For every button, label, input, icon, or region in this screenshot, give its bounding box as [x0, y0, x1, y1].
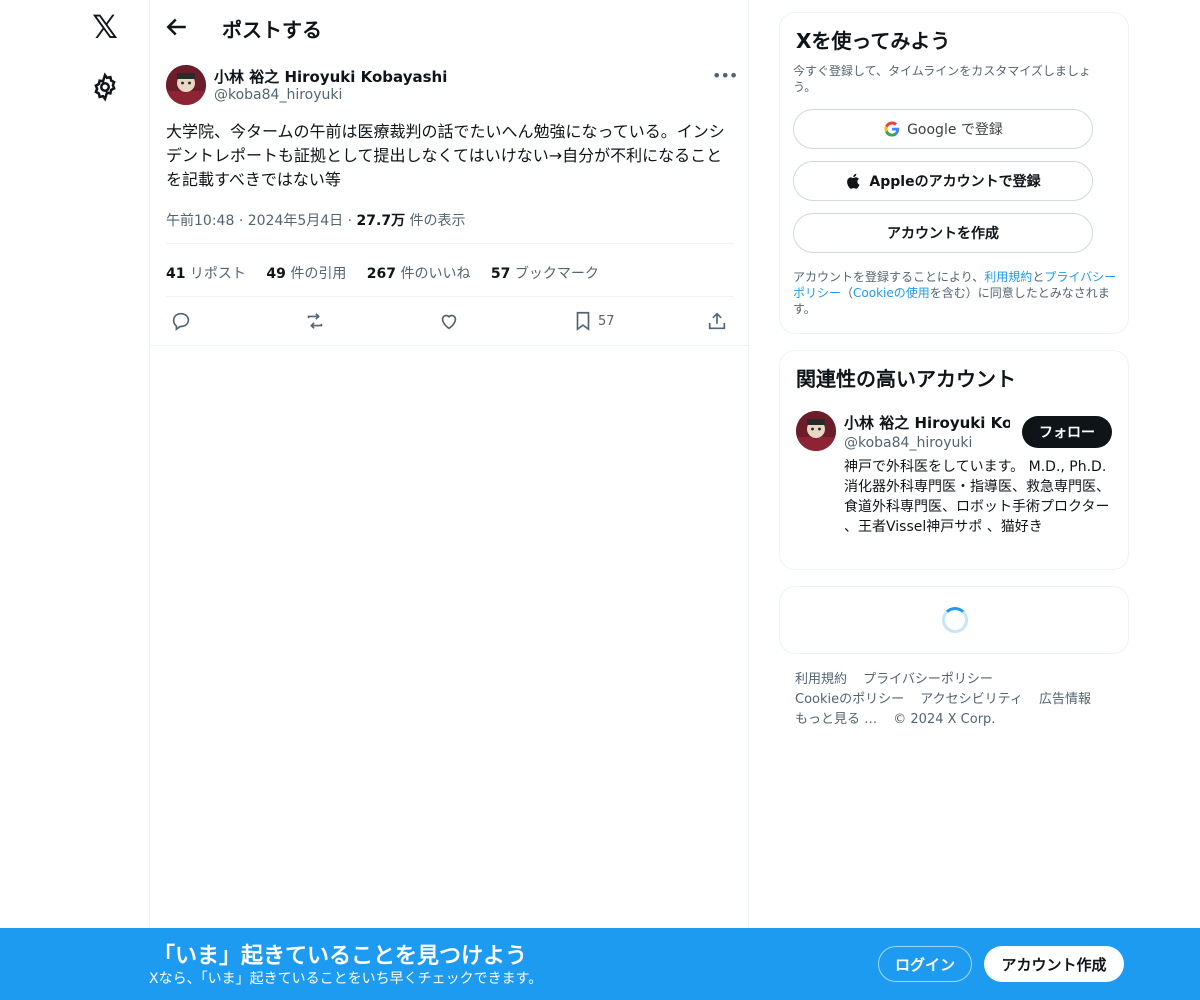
signup-card-title: Xを使ってみよう — [796, 29, 951, 53]
related-account-bio: 神戸で外科医をしています。 M.D., Ph.D. 消化器外科専門医・指導医、救… — [844, 459, 1110, 535]
footer-cookie-link[interactable]: Cookieのポリシー — [795, 692, 904, 707]
bookmark-action-count: 57 — [598, 313, 615, 329]
divider — [166, 243, 734, 244]
google-signup-button[interactable]: Google で登録 — [793, 109, 1093, 149]
repost-label: リポスト — [185, 266, 246, 282]
left-nav: 𝕏 — [0, 0, 150, 1000]
trends-card — [779, 586, 1129, 654]
footer-more-link[interactable]: もっと見る … — [795, 712, 877, 727]
arrow-left-icon[interactable] — [162, 12, 192, 42]
create-account-button[interactable]: アカウントを作成 — [793, 213, 1093, 253]
main-column: ポストする 小林 裕之 Hiroyuki Kobayashi @koba84_h… — [149, 0, 750, 928]
quote-count: 49 — [266, 266, 286, 282]
signup-card: Xを使ってみよう 今すぐ登録して、タイムラインをカスタマイズしましょう。 Goo… — [779, 12, 1129, 334]
author-name[interactable]: 小林 裕之 Hiroyuki Kobayashi — [214, 66, 447, 87]
related-account-handle[interactable]: @koba84_hiroyuki — [844, 435, 972, 451]
apple-icon — [845, 172, 863, 190]
divider — [166, 296, 734, 297]
view-count: 27.7万 — [356, 213, 406, 229]
avatar[interactable] — [166, 65, 206, 105]
follow-button[interactable]: フォロー — [1022, 416, 1112, 448]
login-button[interactable]: ログイン — [878, 946, 972, 982]
quote-label: 件の引用 — [285, 266, 347, 282]
related-accounts-card: 関連性の高いアカウント 小林 裕之 Hiroyuki Kobayashi @ko… — [779, 350, 1129, 570]
post-time[interactable]: 午前10:48 — [166, 213, 234, 229]
copyright: © 2024 X Corp. — [893, 712, 996, 727]
repost-stat[interactable]: 41 リポスト — [166, 266, 246, 282]
share-icon[interactable] — [706, 309, 728, 333]
apple-signup-label: Appleのアカウントで登録 — [869, 174, 1041, 190]
related-card-title: 関連性の高いアカウント — [796, 367, 1016, 391]
post-date[interactable]: 2024年5月4日 — [248, 213, 343, 229]
footer-accessibility-link[interactable]: アクセシビリティ — [920, 692, 1023, 707]
gear-icon[interactable] — [90, 72, 120, 102]
quote-stat[interactable]: 49 件の引用 — [266, 266, 346, 282]
reply-icon[interactable] — [170, 309, 192, 333]
x-logo-icon[interactable]: 𝕏 — [88, 10, 122, 44]
create-account-label: アカウントを作成 — [887, 226, 999, 242]
banner-subtitle: Xなら、「いま」起きていることをいち早くチェックできます。 — [149, 971, 543, 987]
legal-prefix: アカウントを登録することにより、 — [793, 270, 985, 284]
terms-link[interactable]: 利用規約 — [984, 270, 1032, 284]
heart-icon[interactable] — [438, 309, 460, 333]
like-count: 267 — [366, 266, 397, 282]
signup-card-subtitle: 今すぐ登録して、タイムラインをカスタマイズしましょう。 — [793, 64, 1091, 94]
google-signup-label: Google で登録 — [907, 122, 1003, 138]
page-header: ポストする — [150, 0, 750, 53]
bookmark-icon — [576, 311, 590, 331]
related-account-name[interactable]: 小林 裕之 Hiroyuki Kobayashi — [844, 412, 1010, 433]
bookmark-stat[interactable]: 57 ブックマーク — [491, 266, 599, 282]
view-label: 件の表示 — [405, 213, 466, 229]
signup-banner: 「いま」起きていることを見つけよう Xなら、「いま」起きていることをいち早くチェ… — [0, 928, 1200, 1000]
divider — [150, 345, 750, 346]
bookmark-label: ブックマーク — [510, 266, 599, 282]
post-text: 大学院、今タームの午前は医療裁判の話でたいへん勉強になっている。インシデントレポ… — [166, 122, 725, 189]
cookie-link[interactable]: Cookieの使用 — [853, 286, 930, 300]
post-actions: 57 — [166, 307, 734, 337]
more-options-icon[interactable]: ••• — [712, 66, 738, 86]
signup-legal-text: アカウントを登録することにより、利用規約とプライバシーポリシー（Cookieの使… — [793, 269, 1123, 317]
footer-links: 利用規約 プライバシーポリシー Cookieのポリシー アクセシビリティ 広告情… — [795, 670, 1115, 730]
apple-signup-button[interactable]: Appleのアカウントで登録 — [793, 161, 1093, 201]
legal-and: と — [1032, 270, 1045, 284]
like-label: 件のいいね — [396, 266, 471, 282]
page-title: ポストする — [222, 18, 322, 42]
footer-privacy-link[interactable]: プライバシーポリシー — [863, 672, 993, 687]
footer-ads-link[interactable]: 広告情報 — [1039, 692, 1091, 707]
post-stats: 41 リポスト 49 件の引用 267 件のいいね 57 ブックマーク — [166, 263, 615, 283]
signup-button[interactable]: アカウント作成 — [984, 946, 1124, 982]
loading-spinner-icon — [942, 607, 968, 633]
bookmark-count: 57 — [490, 266, 511, 282]
author-handle[interactable]: @koba84_hiroyuki — [214, 87, 342, 103]
avatar[interactable] — [796, 411, 836, 451]
like-stat[interactable]: 267 件のいいね — [367, 266, 471, 282]
footer-terms-link[interactable]: 利用規約 — [795, 672, 847, 687]
legal-open: （ — [841, 286, 854, 300]
bookmark-button[interactable]: 57 — [572, 309, 615, 333]
post-meta: 午前10:48 · 2024年5月4日 · 27.7万 件の表示 — [166, 210, 466, 230]
repost-icon[interactable] — [304, 309, 326, 333]
google-icon — [883, 120, 901, 138]
banner-title: 「いま」起きていることを見つけよう — [153, 944, 528, 969]
repost-count: 41 — [166, 266, 186, 282]
